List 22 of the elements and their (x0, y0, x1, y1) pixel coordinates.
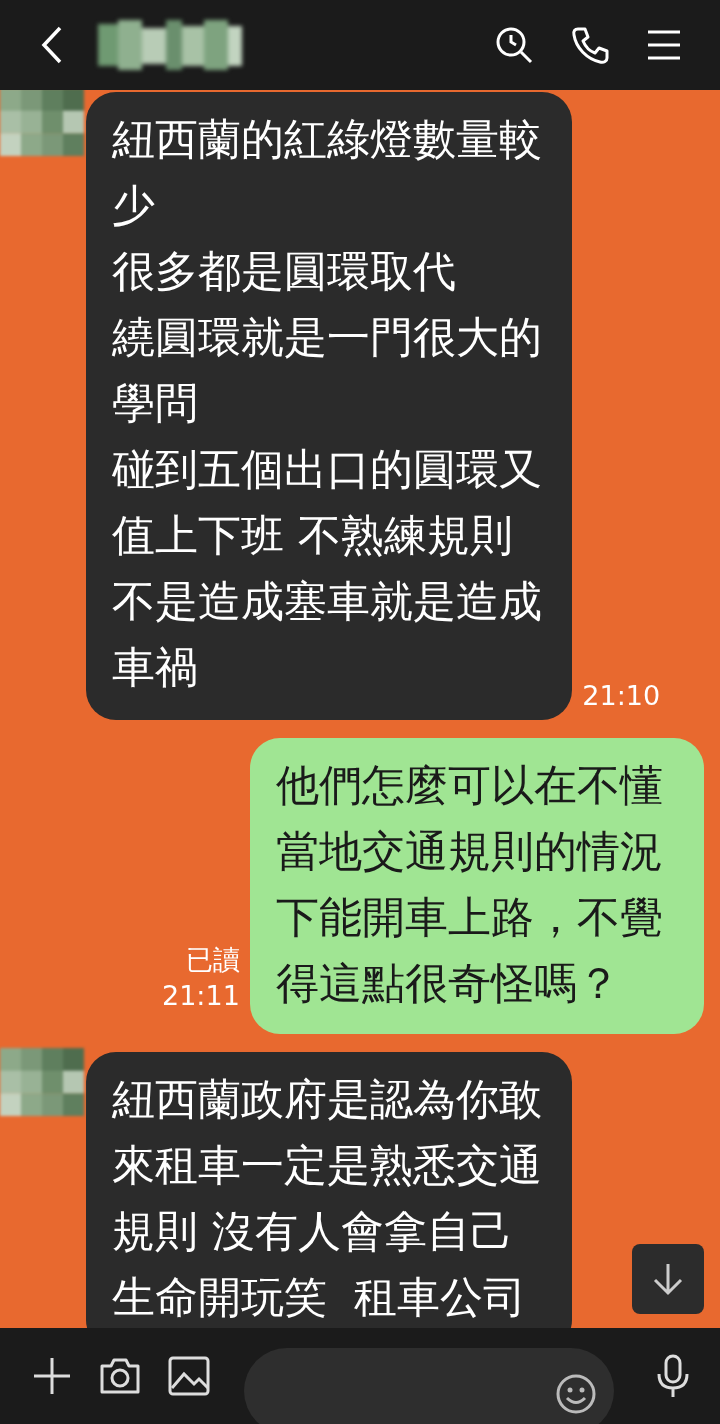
phone-icon[interactable] (570, 25, 610, 65)
message-text: 他們怎麼可以在不懂當地交通規則的情況下能開車上路，不覺得這點很奇怪嗎？ (275, 759, 664, 1010)
plus-icon[interactable] (32, 1356, 72, 1396)
emoji-icon[interactable] (556, 1374, 596, 1414)
camera-icon[interactable] (98, 1356, 142, 1396)
read-receipt: 已讀 (185, 943, 240, 977)
scroll-down-button[interactable] (632, 1244, 704, 1314)
message-text: 繞圓環就是一門很大的學問 (112, 311, 543, 430)
back-icon[interactable] (40, 25, 64, 65)
avatar[interactable] (0, 90, 84, 156)
message-text: 紐西蘭政府是認為你敢來租車一定是熟悉交通規則 沒有人會拿自己生命開玩笑 租車公司 (112, 1073, 543, 1324)
message-text: 很多都是圓環取代 (112, 245, 457, 298)
timestamp: 21:11 (162, 979, 240, 1013)
search-icon[interactable] (494, 25, 534, 65)
timestamp: 21:10 (582, 679, 661, 713)
message-text: 碰到五個出口的圓環又值上下班 不熟練規則不是造成塞車就是造成車禍 (112, 443, 543, 694)
arrow-down-icon (651, 1262, 685, 1296)
menu-icon[interactable] (646, 28, 682, 62)
message-text: 紐西蘭的紅綠燈數量較少 (112, 113, 543, 232)
avatar[interactable] (0, 1048, 84, 1116)
microphone-icon[interactable] (656, 1354, 690, 1398)
image-icon[interactable] (168, 1356, 210, 1396)
